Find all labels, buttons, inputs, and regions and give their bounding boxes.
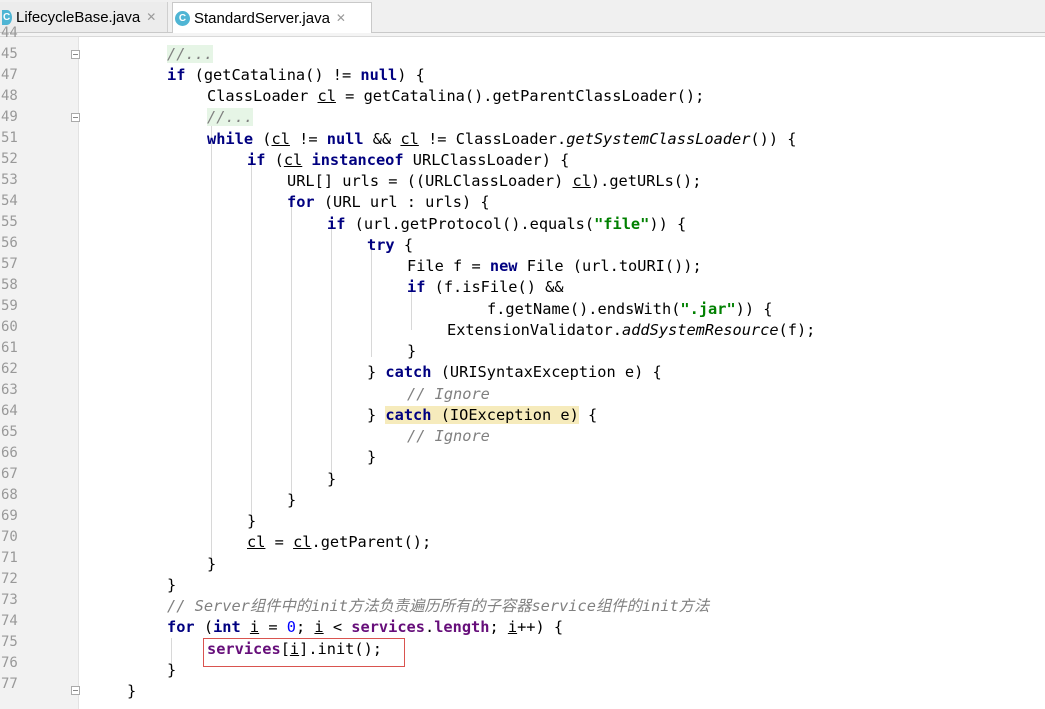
code-line: for (int i = 0; i < services.length; i++…: [167, 618, 564, 636]
code-line: }: [127, 682, 137, 700]
chinese-comment: // Server组件中的init方法负责遍历所有的子容器service组件的i…: [167, 597, 710, 615]
line-number: 74: [1, 613, 18, 629]
line-number: 48: [1, 88, 18, 104]
code-line: if (f.isFile() &&: [407, 278, 564, 296]
line-number: 61: [1, 340, 18, 356]
code-line: f.getName().endsWith(".jar")) {: [487, 300, 773, 318]
line-number: 54: [1, 193, 18, 209]
line-number: 51: [1, 130, 18, 146]
line-number: 60: [1, 319, 18, 335]
indent-guide: [371, 247, 372, 357]
code-line: for (URL url : urls) {: [287, 193, 490, 211]
line-number: 58: [1, 277, 18, 293]
line-number: 71: [1, 550, 18, 566]
line-number: 77: [1, 676, 18, 692]
line-number: 44: [1, 25, 18, 41]
line-number: 59: [1, 298, 18, 314]
line-number: 65: [1, 424, 18, 440]
folded-comment[interactable]: //...: [167, 45, 214, 63]
code-line: } catch (URISyntaxException e) {: [367, 363, 662, 381]
indent-guide: [291, 205, 292, 505]
highlight-box: [203, 638, 405, 667]
code-line: }: [247, 512, 257, 530]
editor-tab-bar: C LifecycleBase.java ✕ C StandardServer.…: [0, 0, 1045, 33]
code-line: }: [207, 555, 217, 573]
line-number: 69: [1, 508, 18, 524]
indent-guide: [251, 163, 252, 526]
code-line: }: [327, 470, 337, 488]
line-number: 70: [1, 529, 18, 545]
line-number: 55: [1, 214, 18, 230]
line-number-gutter: 44 45 47 48 49 51 52 53 54 55 56 57 58 5…: [0, 25, 80, 709]
code-line: if (getCatalina() != null) {: [167, 66, 425, 84]
code-line: //...: [167, 44, 214, 65]
code-line: try {: [367, 236, 414, 254]
line-number: 66: [1, 445, 18, 461]
code-line: } catch (IOException e) {: [367, 406, 598, 424]
code-line: if (cl instanceof URLClassLoader) {: [247, 151, 570, 169]
close-icon[interactable]: ✕: [336, 11, 346, 25]
fold-marker-icon[interactable]: [71, 686, 80, 695]
highlighted-catch: catch (IOException e): [385, 406, 579, 424]
line-number: 49: [1, 109, 18, 125]
line-number: 73: [1, 592, 18, 608]
line-number: 62: [1, 361, 18, 377]
code-line: URL[] urls = ((URLClassLoader) cl).getUR…: [287, 172, 702, 190]
indent-guide: [211, 121, 212, 569]
tab-standardserver[interactable]: C StandardServer.java ✕: [172, 2, 372, 33]
fold-marker-icon[interactable]: [71, 50, 80, 59]
code-line: cl = cl.getParent();: [247, 533, 432, 551]
tab-label: StandardServer.java: [194, 9, 330, 27]
code-line: ExtensionValidator.addSystemResource(f);: [447, 321, 816, 339]
line-number: 76: [1, 655, 18, 671]
fold-marker-icon[interactable]: [71, 113, 80, 122]
line-number: 67: [1, 466, 18, 482]
indent-guide: [331, 226, 332, 484]
line-number: 72: [1, 571, 18, 587]
line-number: 53: [1, 172, 18, 188]
code-line: while (cl != null && cl != ClassLoader.g…: [207, 130, 797, 148]
code-line: }: [367, 448, 377, 466]
line-number: 56: [1, 235, 18, 251]
line-number: 68: [1, 487, 18, 503]
line-number: 57: [1, 256, 18, 272]
tab-label: LifecycleBase.java: [16, 8, 141, 26]
line-number: 45: [1, 46, 18, 62]
line-number: 52: [1, 151, 18, 167]
line-number: 47: [1, 67, 18, 83]
tab-lifecyclebase[interactable]: C LifecycleBase.java ✕: [0, 2, 168, 32]
code-line: File f = new File (url.toURI());: [407, 257, 702, 275]
line-number: 64: [1, 403, 18, 419]
code-line: }: [287, 491, 297, 509]
tab-separator: [0, 33, 1045, 37]
code-line: // Server组件中的init方法负责遍历所有的子容器service组件的i…: [167, 596, 709, 617]
code-line: // Ignore: [407, 385, 490, 403]
code-line: //...: [207, 107, 254, 128]
code-line: ClassLoader cl = getCatalina().getParent…: [207, 87, 705, 105]
java-class-icon: C: [175, 10, 190, 26]
code-line: if (url.getProtocol().equals("file")) {: [327, 215, 687, 233]
code-line: }: [167, 576, 177, 594]
code-line: }: [407, 342, 417, 360]
code-line: }: [167, 661, 177, 679]
line-number: 63: [1, 382, 18, 398]
line-number: 75: [1, 634, 18, 650]
code-line: // Ignore: [407, 427, 490, 445]
close-icon[interactable]: ✕: [146, 10, 156, 24]
folded-comment[interactable]: //...: [207, 108, 254, 126]
